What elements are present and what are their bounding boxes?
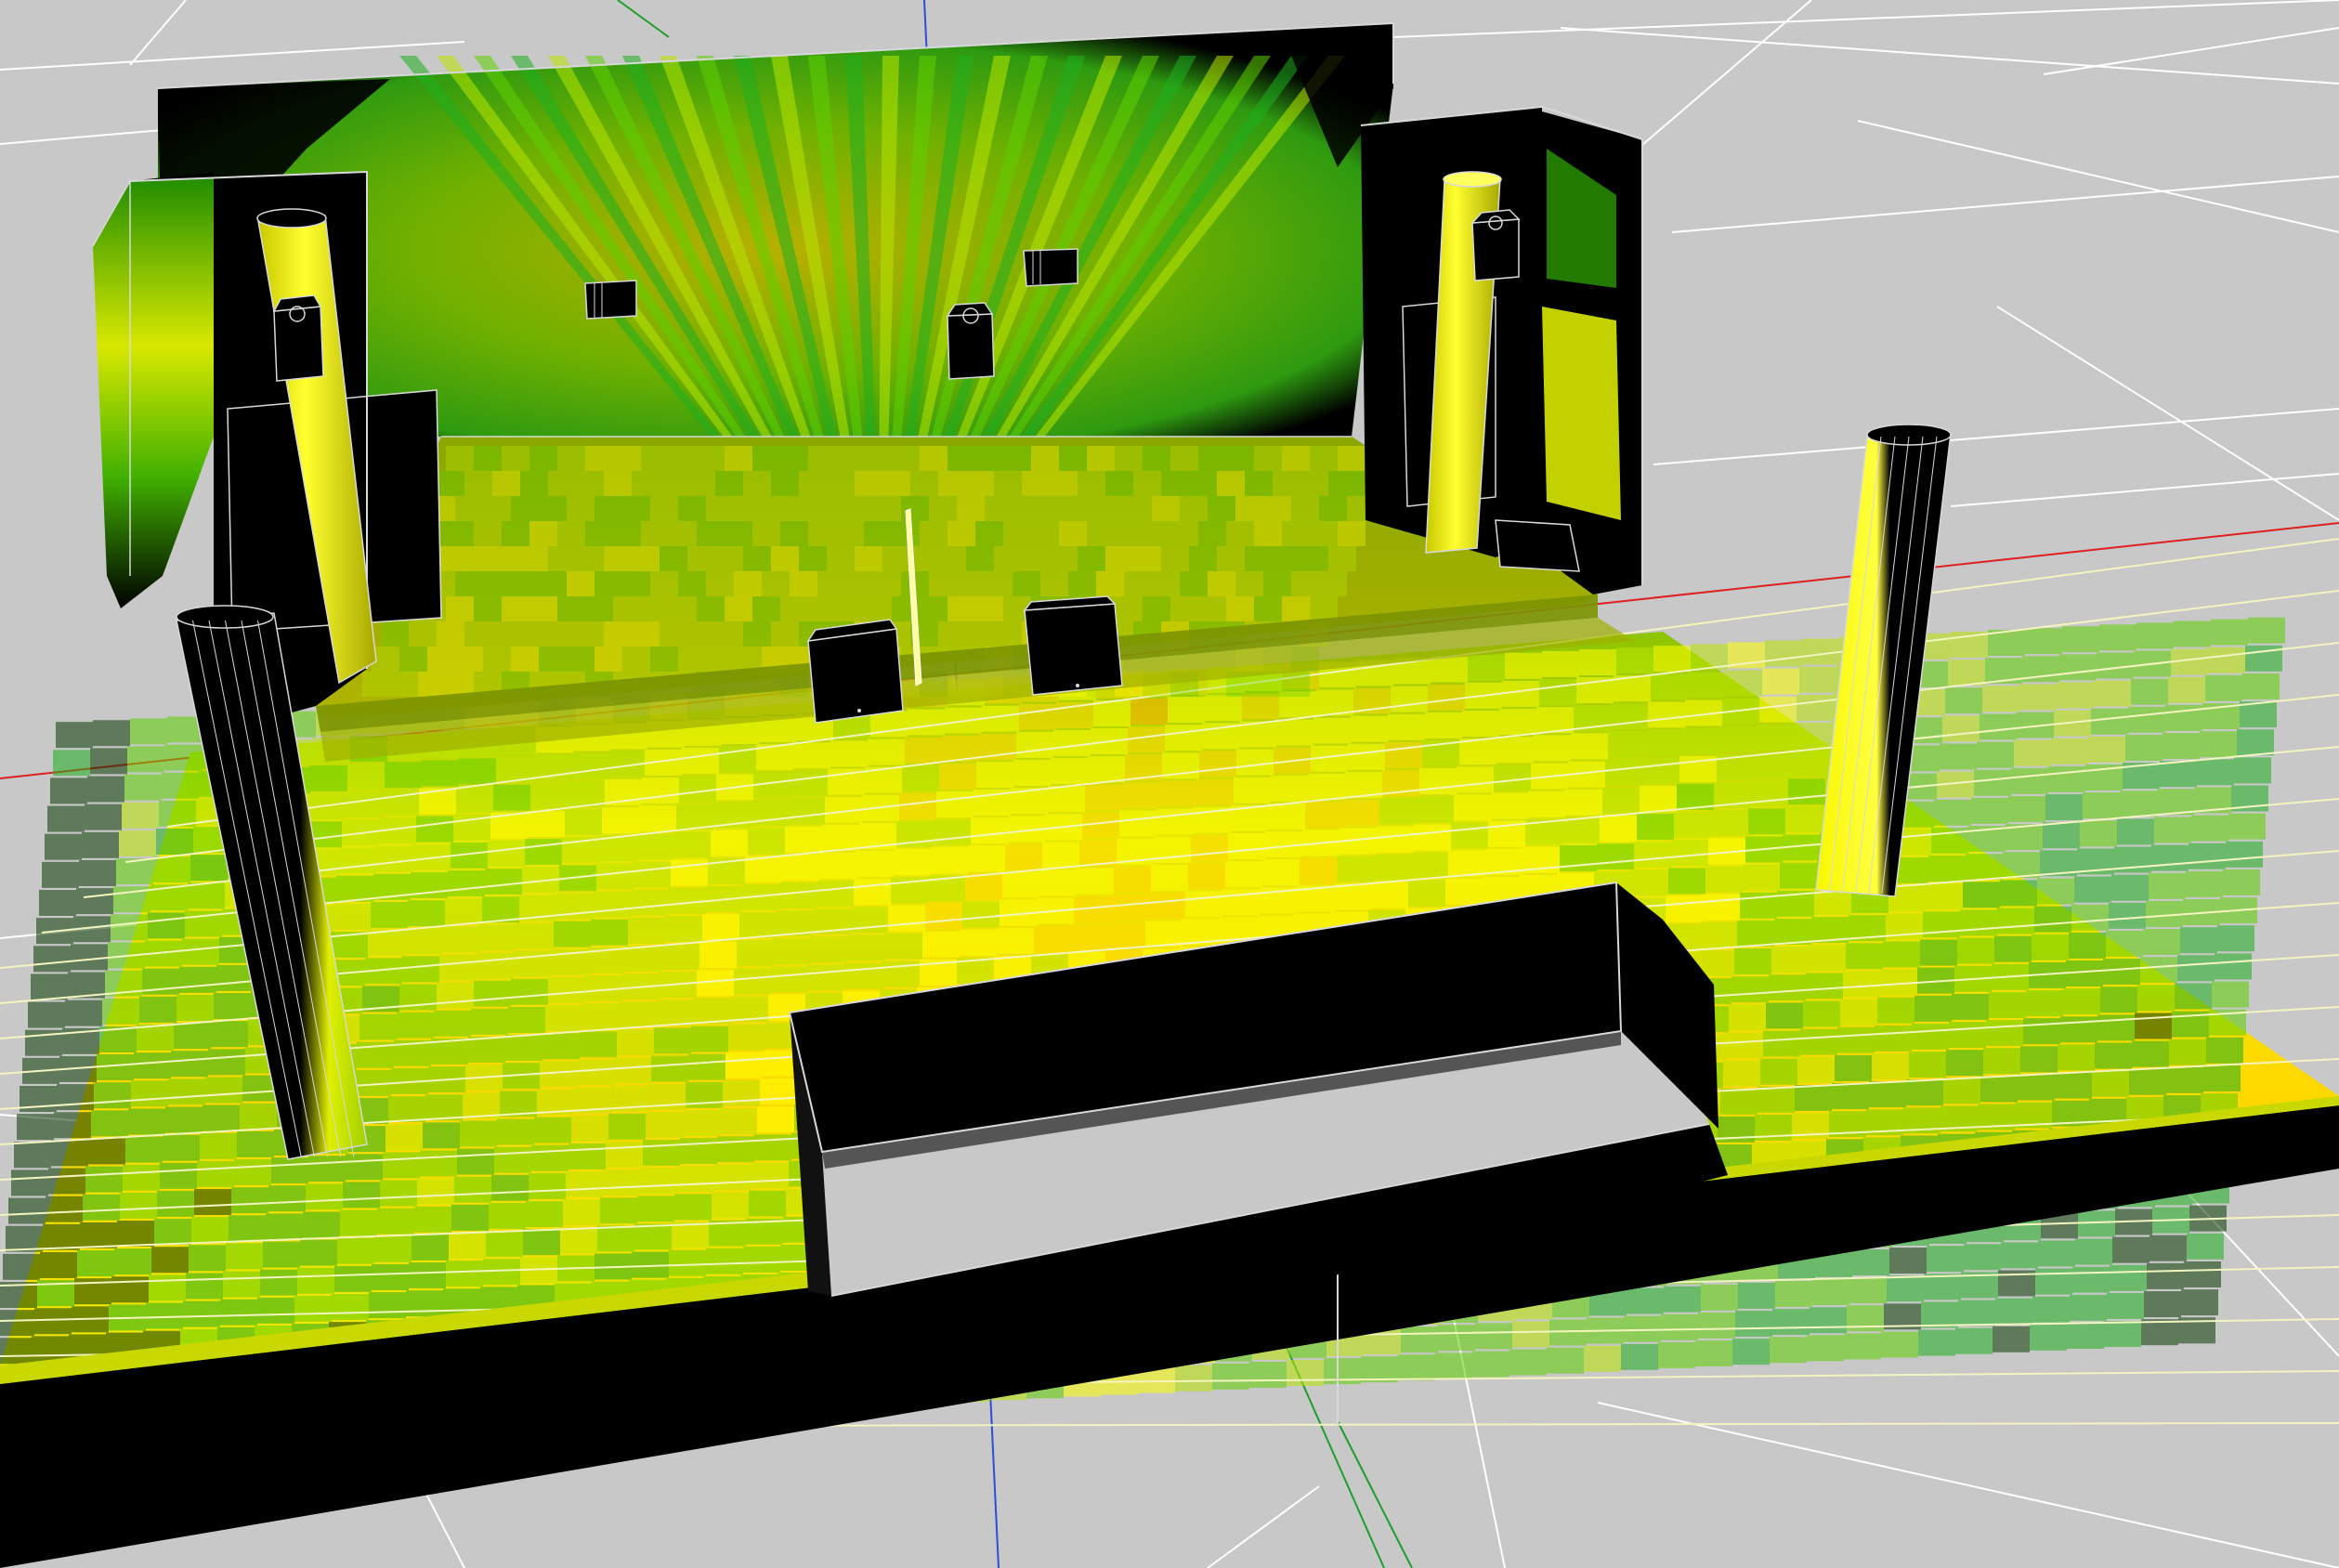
speaker-back-wall-right: [1023, 248, 1078, 287]
subwoofer-icon: [857, 709, 861, 712]
speaker-center-hang[interactable]: [946, 302, 995, 380]
speaker-left-hang[interactable]: [272, 294, 324, 382]
subwoofer-icon: [1076, 684, 1079, 687]
speaker-right-hang[interactable]: [1470, 209, 1521, 281]
3d-viewport[interactable]: [0, 0, 2339, 1568]
speaker-back-wall-left: [584, 280, 637, 320]
scene-canvas[interactable]: [0, 0, 2339, 1568]
subwoofer-left[interactable]: [806, 619, 904, 724]
subwoofer-right[interactable]: [1023, 595, 1123, 696]
axis-y-back: [617, 0, 670, 38]
